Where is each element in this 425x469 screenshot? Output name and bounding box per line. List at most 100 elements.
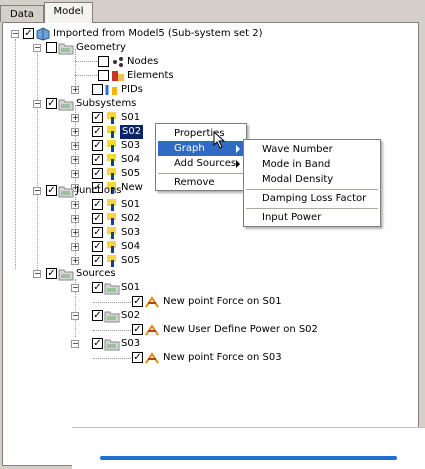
sources-label[interactable]: Sources: [76, 267, 116, 281]
subsystem-new-label[interactable]: New: [121, 181, 143, 195]
collapse-junctions-button[interactable]: −: [33, 187, 41, 195]
junction-s01-checkbox[interactable]: ✓: [92, 199, 103, 210]
junction-s02-checkbox[interactable]: ✓: [92, 213, 103, 224]
vertical-scrollbar[interactable]: [419, 22, 425, 468]
geometry-label[interactable]: Geometry: [76, 41, 126, 55]
expand-subsystem-s01-button[interactable]: +: [71, 114, 79, 122]
subsystems-label[interactable]: Subsystems: [76, 97, 136, 111]
subsystem-icon: [107, 140, 116, 152]
folder-icon: [58, 43, 74, 55]
junction-s03-label[interactable]: S03: [121, 226, 140, 240]
collapse-subsystems-button[interactable]: −: [33, 100, 41, 108]
source-item-s02-checkbox[interactable]: ✓: [132, 324, 143, 335]
expand-subsystem-s02-button[interactable]: +: [71, 128, 79, 136]
expand-junction-s04-button[interactable]: +: [71, 243, 79, 251]
source-item-s03-label[interactable]: New point Force on S03: [163, 351, 282, 365]
subsystem-s02-label[interactable]: S02: [120, 125, 144, 139]
elements-checkbox[interactable]: [98, 70, 109, 81]
junction-s05-checkbox[interactable]: ✓: [92, 255, 103, 266]
root-checkbox[interactable]: ✓: [23, 28, 34, 39]
tree-line: [93, 358, 131, 359]
menu-add-sources[interactable]: Add Sources: [158, 156, 244, 171]
source-group-s01-checkbox[interactable]: ✓: [92, 282, 103, 293]
preview-panel: [72, 427, 425, 469]
junction-s04-checkbox[interactable]: ✓: [92, 241, 103, 252]
source-icon: [145, 324, 159, 336]
collapse-source-s01-button[interactable]: −: [71, 284, 79, 292]
expand-subsystem-s04-button[interactable]: +: [71, 156, 79, 164]
expand-subsystem-s03-button[interactable]: +: [71, 142, 79, 150]
menu-wave-number[interactable]: Wave Number: [246, 142, 378, 157]
source-group-s03-checkbox[interactable]: ✓: [92, 338, 103, 349]
subsystem-icon: [107, 213, 116, 225]
source-group-s03-label[interactable]: S03: [121, 337, 140, 351]
menu-modal-density[interactable]: Modal Density: [246, 172, 378, 187]
menu-graph[interactable]: Graph: [158, 141, 244, 156]
collapse-sources-button[interactable]: −: [33, 270, 41, 278]
pids-checkbox[interactable]: [92, 84, 103, 95]
subsystem-s05-label[interactable]: S05: [121, 167, 140, 181]
tab-data-label: Data: [10, 9, 34, 20]
subsystems-checkbox[interactable]: ✓: [46, 98, 57, 109]
geometry-checkbox[interactable]: [46, 42, 57, 53]
menu-separator: [246, 189, 378, 190]
nodes-checkbox[interactable]: [98, 56, 109, 67]
folder-icon: [104, 339, 120, 351]
nodes-label[interactable]: Nodes: [127, 55, 158, 69]
source-item-s02-label[interactable]: New User Define Power on S02: [163, 323, 318, 337]
subsystem-s02-checkbox[interactable]: ✓: [92, 126, 103, 137]
tree-line: [37, 50, 38, 276]
menu-mode-in-band[interactable]: Mode in Band: [246, 157, 378, 172]
menu-input-power[interactable]: Input Power: [246, 210, 378, 225]
expand-junction-s05-button[interactable]: +: [71, 257, 79, 265]
source-item-s01-checkbox[interactable]: ✓: [132, 296, 143, 307]
junction-s04-label[interactable]: S04: [121, 240, 140, 254]
source-group-s02-checkbox[interactable]: ✓: [92, 310, 103, 321]
junctions-checkbox[interactable]: ✓: [46, 185, 57, 196]
folder-icon: [104, 311, 120, 323]
subsystem-s03-checkbox[interactable]: ✓: [92, 140, 103, 151]
subsystem-icon: [107, 255, 116, 267]
subsystem-s04-label[interactable]: S04: [121, 153, 140, 167]
junction-s03-checkbox[interactable]: ✓: [92, 227, 103, 238]
junctions-label[interactable]: Junctions: [76, 184, 122, 198]
menu-properties[interactable]: Properties: [158, 126, 244, 141]
collapse-root-button[interactable]: −: [11, 30, 19, 38]
junction-s02-label[interactable]: S02: [121, 212, 140, 226]
tab-model[interactable]: Model: [44, 2, 93, 23]
subsystem-s01-label[interactable]: S01: [121, 111, 140, 125]
expand-pids-button[interactable]: +: [71, 86, 79, 94]
sources-checkbox[interactable]: ✓: [46, 268, 57, 279]
expand-junction-s02-button[interactable]: +: [71, 215, 79, 223]
tree-line: [75, 49, 76, 89]
subsystem-icon: [107, 112, 116, 124]
collapse-source-s02-button[interactable]: −: [71, 312, 79, 320]
subsystem-s03-label[interactable]: S03: [121, 139, 140, 153]
source-item-s01-label[interactable]: New point Force on S01: [163, 295, 282, 309]
elements-label[interactable]: Elements: [127, 69, 174, 83]
collapse-geometry-button[interactable]: −: [33, 44, 41, 52]
menu-remove[interactable]: Remove: [158, 175, 244, 190]
tree-line: [75, 75, 97, 76]
root-label[interactable]: Imported from Model5 (Sub-system set 2): [53, 27, 262, 41]
subsystem-icon: [107, 168, 116, 180]
junction-s01-label[interactable]: S01: [121, 198, 140, 212]
collapse-source-s03-button[interactable]: −: [71, 340, 79, 348]
subsystem-s05-checkbox[interactable]: ✓: [92, 168, 103, 179]
expand-subsystem-s05-button[interactable]: +: [71, 170, 79, 178]
tab-bar: Data Model: [0, 0, 425, 23]
expand-junction-s03-button[interactable]: +: [71, 229, 79, 237]
subsystem-s01-checkbox[interactable]: ✓: [92, 112, 103, 123]
tab-data[interactable]: Data: [0, 5, 44, 22]
junction-s05-label[interactable]: S05: [121, 254, 140, 268]
menu-damping-loss-factor[interactable]: Damping Loss Factor: [246, 191, 378, 206]
source-group-s02-label[interactable]: S02: [121, 309, 140, 323]
subsystem-s04-checkbox[interactable]: ✓: [92, 154, 103, 165]
source-item-s03-checkbox[interactable]: ✓: [132, 352, 143, 363]
subsystem-icon: [107, 227, 116, 239]
context-menu: Properties Graph Add Sources Remove: [155, 123, 247, 191]
source-group-s01-label[interactable]: S01: [121, 281, 140, 295]
model-tree: − ✓ Imported from Model5 (Sub-system set…: [2, 22, 419, 466]
pids-label[interactable]: PIDs: [121, 83, 143, 97]
expand-junction-s01-button[interactable]: +: [71, 201, 79, 209]
